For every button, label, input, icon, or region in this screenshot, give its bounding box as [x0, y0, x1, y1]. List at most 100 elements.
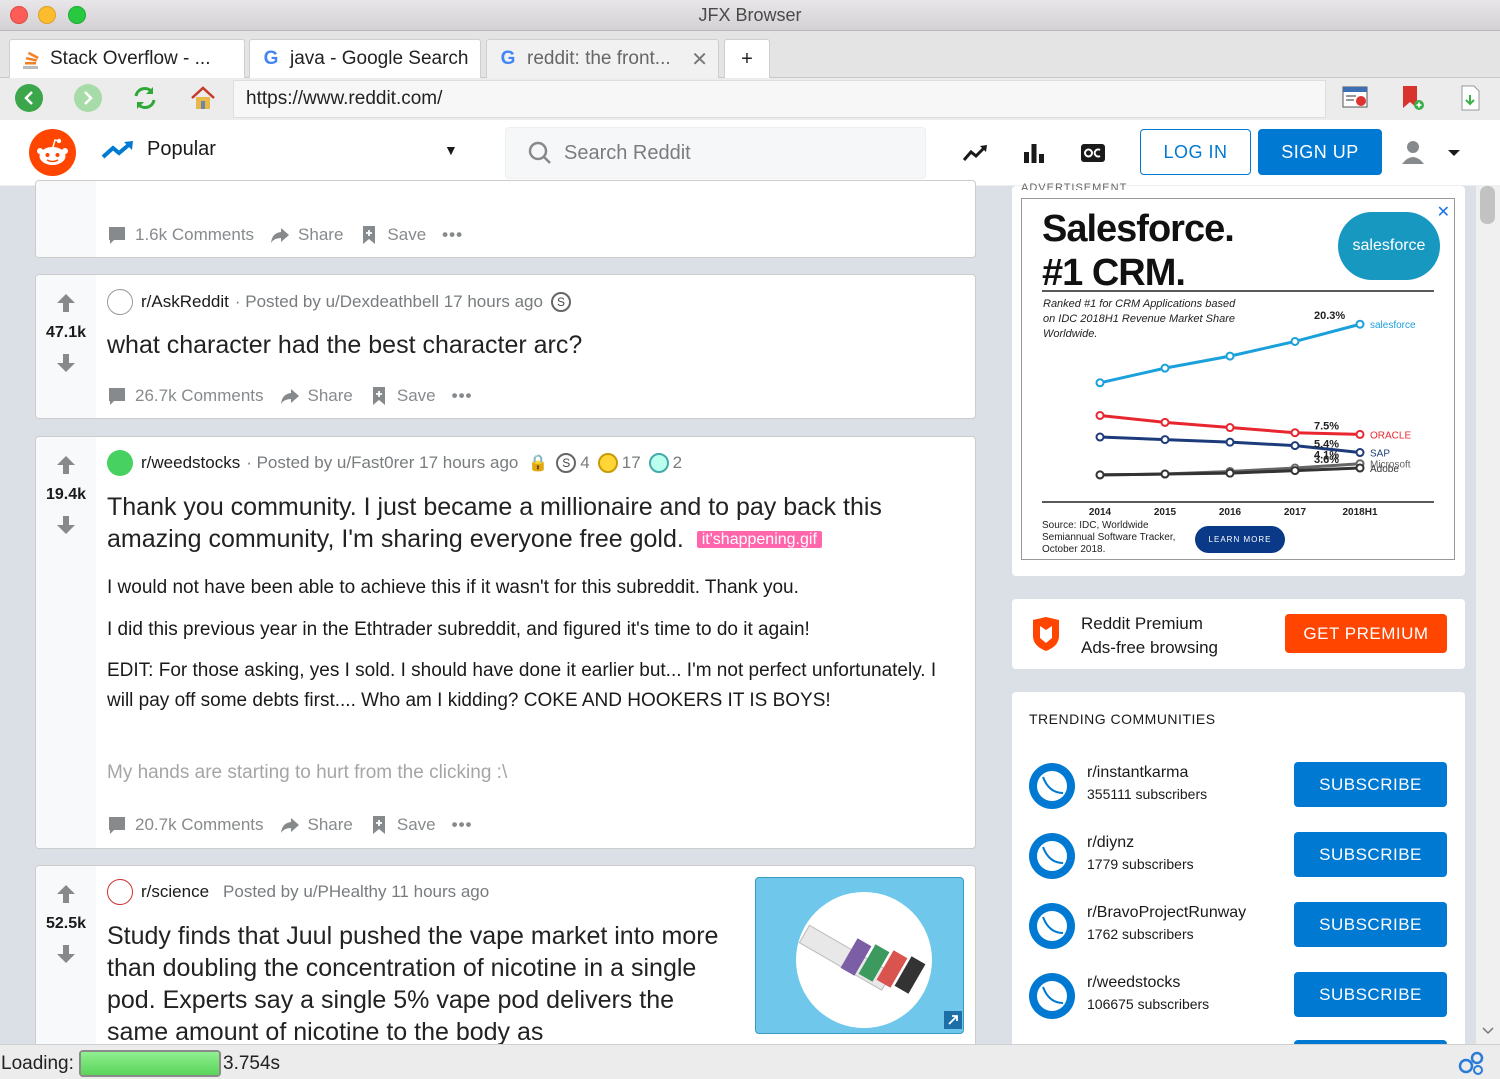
- post-body-faded: My hands are starting to hurt from the c…: [107, 762, 508, 783]
- new-tab-button[interactable]: +: [724, 39, 770, 78]
- subscribe-button[interactable]: SUBSCRIBE: [1294, 902, 1447, 947]
- award-count: 4: [580, 453, 590, 472]
- page-inspector-button[interactable]: [1341, 84, 1369, 112]
- downvote-arrow-icon[interactable]: [55, 943, 77, 965]
- address-bar[interactable]: https://www.reddit.com/: [233, 80, 1326, 118]
- bookmark-icon: [372, 387, 385, 405]
- upvote-arrow-icon[interactable]: [55, 454, 77, 476]
- share-icon: [280, 818, 299, 833]
- get-premium-button[interactable]: GET PREMIUM: [1285, 614, 1447, 653]
- post-card[interactable]: 47.1k r/AskReddit · Posted by u/Dexdeath…: [35, 274, 976, 419]
- premium-subtitle: Ads-free browsing: [1081, 638, 1219, 657]
- scroll-down-arrow-icon[interactable]: [1482, 1022, 1494, 1040]
- user-menu-button[interactable]: [1400, 138, 1460, 164]
- post-card[interactable]: 1.6k Comments Share Save •••: [35, 180, 976, 258]
- community-name[interactable]: r/weedstocks: [1087, 974, 1180, 992]
- download-button[interactable]: [1456, 84, 1484, 112]
- save-button[interactable]: Save: [369, 815, 436, 835]
- save-label: Save: [396, 815, 436, 834]
- community-icon[interactable]: [1029, 903, 1075, 949]
- chevron-right-icon: [84, 91, 93, 105]
- search-input[interactable]: Search Reddit: [505, 127, 926, 179]
- subscribe-button[interactable]: SUBSCRIBE: [1294, 762, 1447, 807]
- more-options-icon[interactable]: •••: [442, 225, 463, 245]
- upvote-arrow-icon[interactable]: [55, 292, 77, 314]
- comments-button[interactable]: 26.7k Comments: [107, 386, 264, 406]
- trending-heading: TRENDING COMMUNITIES: [1029, 711, 1216, 727]
- downvote-arrow-icon[interactable]: [55, 514, 77, 536]
- window-title: JFX Browser: [698, 5, 802, 25]
- community-name[interactable]: r/diynz: [1087, 834, 1134, 852]
- reload-button[interactable]: [131, 84, 159, 112]
- oc-button[interactable]: [1080, 140, 1106, 166]
- subreddit-link[interactable]: r/weedstocks: [141, 453, 240, 473]
- community-icon[interactable]: [1029, 763, 1075, 809]
- reddit-logo[interactable]: [29, 129, 76, 176]
- subreddit-link[interactable]: r/science: [141, 882, 209, 902]
- leaderboard-button[interactable]: [1021, 140, 1047, 166]
- vote-count: 19.4k: [45, 486, 87, 503]
- post-thumbnail[interactable]: [755, 877, 964, 1034]
- login-button[interactable]: LOG IN: [1140, 129, 1251, 175]
- signup-button[interactable]: SIGN UP: [1258, 129, 1382, 175]
- post-title[interactable]: Thank you community. I just became a mil…: [107, 491, 967, 556]
- share-button[interactable]: Share: [280, 386, 353, 406]
- scrollbar-thumb[interactable]: [1480, 186, 1495, 224]
- post-card[interactable]: 52.5k r/science Posted by u/PHealthy 11 …: [35, 865, 976, 1065]
- community-name[interactable]: r/instantkarma: [1087, 764, 1188, 782]
- comments-button[interactable]: 20.7k Comments: [107, 815, 264, 835]
- posted-by: · Posted by u/Fast0rer 17 hours ago: [246, 453, 519, 472]
- award-count: 2: [672, 453, 683, 472]
- settings-gears-icon[interactable]: [1457, 1050, 1485, 1079]
- home-button[interactable]: [189, 84, 217, 112]
- silver-award: S4: [556, 453, 590, 473]
- tab-google-search[interactable]: G java - Google Search: [249, 39, 481, 78]
- post-title[interactable]: Study finds that Juul pushed the vape ma…: [107, 920, 737, 1048]
- more-options-icon[interactable]: •••: [452, 815, 473, 835]
- subreddit-link[interactable]: r/AskReddit: [141, 292, 229, 312]
- save-button[interactable]: Save: [359, 225, 426, 245]
- comments-button[interactable]: 1.6k Comments: [107, 225, 254, 245]
- trending-icon: [101, 140, 133, 158]
- bar-chart-icon: [1024, 144, 1044, 163]
- ad-close-icon[interactable]: ✕: [1437, 202, 1450, 222]
- community-item: r/BravoProjectRunway 1762 subscribers SU…: [1029, 902, 1449, 950]
- bookmark-button[interactable]: [1398, 84, 1426, 112]
- weedstocks-icon: [107, 450, 133, 476]
- tab-reddit[interactable]: G reddit: the front... ✕: [486, 39, 719, 78]
- legend-entry: ORACLE: [1370, 430, 1411, 441]
- post-card[interactable]: 19.4k r/weedstocks · Posted by u/Fast0re…: [35, 436, 976, 849]
- trending-button[interactable]: [962, 140, 988, 166]
- legend-entry: SAP: [1370, 449, 1390, 460]
- reddit-header: Popular ▼ Search Reddit LOG IN SIGN UP: [0, 120, 1500, 186]
- data-point: [1095, 470, 1105, 480]
- more-options-icon[interactable]: •••: [452, 386, 473, 406]
- community-name[interactable]: r/BravoProjectRunway: [1087, 904, 1246, 922]
- page-scrollbar[interactable]: [1475, 186, 1500, 1044]
- data-label: 7.5%: [1314, 420, 1339, 432]
- feed-selector[interactable]: Popular ▼: [101, 138, 458, 161]
- save-button[interactable]: Save: [369, 386, 436, 406]
- comments-count: 20.7k Comments: [135, 815, 264, 834]
- share-button[interactable]: Share: [280, 815, 353, 835]
- downvote-arrow-icon[interactable]: [55, 352, 77, 374]
- data-point: [1095, 410, 1105, 420]
- close-tab-icon[interactable]: ✕: [691, 47, 708, 72]
- upvote-arrow-icon[interactable]: [55, 883, 77, 905]
- subscribe-button[interactable]: SUBSCRIBE: [1294, 832, 1447, 877]
- community-icon[interactable]: [1029, 973, 1075, 1019]
- salesforce-ad[interactable]: Salesforce. #1 CRM. salesforce ✕ Ranked …: [1021, 198, 1455, 560]
- back-button[interactable]: [15, 84, 43, 112]
- data-point: [1290, 441, 1300, 451]
- vote-column: 52.5k: [36, 866, 96, 1064]
- share-button[interactable]: Share: [270, 225, 343, 245]
- ad-chart: 20.3%salesforce7.5%ORACLE5.4%SAP4.1%Micr…: [1042, 290, 1434, 518]
- forward-button[interactable]: [74, 84, 102, 112]
- subscribe-button[interactable]: SUBSCRIBE: [1294, 972, 1447, 1017]
- tab-stack-overflow[interactable]: Stack Overflow - ...: [9, 39, 245, 78]
- learn-more-button[interactable]: LEARN MORE: [1195, 526, 1285, 553]
- community-icon[interactable]: [1029, 833, 1075, 879]
- post-title[interactable]: what character had the best character ar…: [107, 329, 582, 361]
- post-flair[interactable]: it'shappening.gif: [696, 531, 822, 549]
- chevron-left-icon: [24, 91, 33, 105]
